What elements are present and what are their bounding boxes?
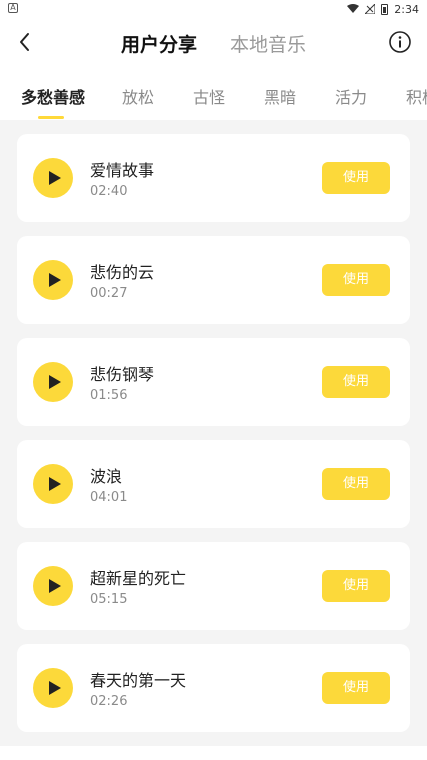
play-icon[interactable] xyxy=(33,158,73,198)
tab-user-share[interactable]: 用户分享 xyxy=(121,30,197,57)
category-tabs: 多愁善感 放松 古怪 黑暗 活力 积极 xyxy=(0,68,427,120)
tab-local-music[interactable]: 本地音乐 xyxy=(230,30,306,57)
play-icon[interactable] xyxy=(33,464,73,504)
category-tab-relax[interactable]: 放松 xyxy=(122,84,154,108)
use-button[interactable]: 使用 xyxy=(322,468,390,500)
track-duration: 00:27 xyxy=(90,286,128,301)
track-card[interactable]: 超新星的死亡 05:15 使用 xyxy=(17,542,410,630)
track-card[interactable]: 春天的第一天 02:26 使用 xyxy=(17,644,410,732)
track-card[interactable]: 爱情故事 02:40 使用 xyxy=(17,134,410,222)
use-button[interactable]: 使用 xyxy=(322,162,390,194)
use-button[interactable]: 使用 xyxy=(322,570,390,602)
category-tab-quirky[interactable]: 古怪 xyxy=(193,84,225,108)
wifi-icon xyxy=(347,4,360,13)
status-icons: 2:34 xyxy=(347,2,419,16)
battery-icon xyxy=(381,3,389,15)
bottom-spacer xyxy=(0,746,427,760)
play-icon[interactable] xyxy=(33,260,73,300)
use-button[interactable]: 使用 xyxy=(322,672,390,704)
track-title: 春天的第一天 xyxy=(90,671,187,690)
clock: 2:34 xyxy=(394,2,419,16)
active-tab-indicator xyxy=(38,116,64,119)
category-tab-dark[interactable]: 黑暗 xyxy=(264,84,296,108)
track-title: 悲伤钢琴 xyxy=(90,365,155,384)
category-tab-melancholy[interactable]: 多愁善感 xyxy=(21,84,85,108)
track-duration: 04:01 xyxy=(90,490,128,505)
signal-icon xyxy=(365,4,376,14)
track-duration: 02:40 xyxy=(90,184,128,199)
track-title: 超新星的死亡 xyxy=(90,569,187,588)
play-icon[interactable] xyxy=(33,362,73,402)
track-card[interactable]: 悲伤的云 00:27 使用 xyxy=(17,236,410,324)
status-bar: A 2:34 xyxy=(0,0,427,18)
category-tab-positive[interactable]: 积极 xyxy=(406,84,427,108)
use-button[interactable]: 使用 xyxy=(322,366,390,398)
nav-tabs: 用户分享 本地音乐 xyxy=(0,30,427,57)
track-title: 波浪 xyxy=(90,467,123,486)
top-nav: 用户分享 本地音乐 xyxy=(0,18,427,68)
track-card[interactable]: 波浪 04:01 使用 xyxy=(17,440,410,528)
track-list: 爱情故事 02:40 使用 悲伤的云 00:27 使用 悲伤钢琴 01:56 使… xyxy=(0,120,427,746)
notification-icon: A xyxy=(8,3,18,13)
track-title: 悲伤的云 xyxy=(90,263,155,282)
track-duration: 02:26 xyxy=(90,694,128,709)
info-icon[interactable] xyxy=(389,31,411,53)
track-card[interactable]: 悲伤钢琴 01:56 使用 xyxy=(17,338,410,426)
track-duration: 05:15 xyxy=(90,592,128,607)
category-tab-energetic[interactable]: 活力 xyxy=(335,84,367,108)
track-duration: 01:56 xyxy=(90,388,128,403)
play-icon[interactable] xyxy=(33,668,73,708)
track-title: 爱情故事 xyxy=(90,161,155,180)
play-icon[interactable] xyxy=(33,566,73,606)
use-button[interactable]: 使用 xyxy=(322,264,390,296)
